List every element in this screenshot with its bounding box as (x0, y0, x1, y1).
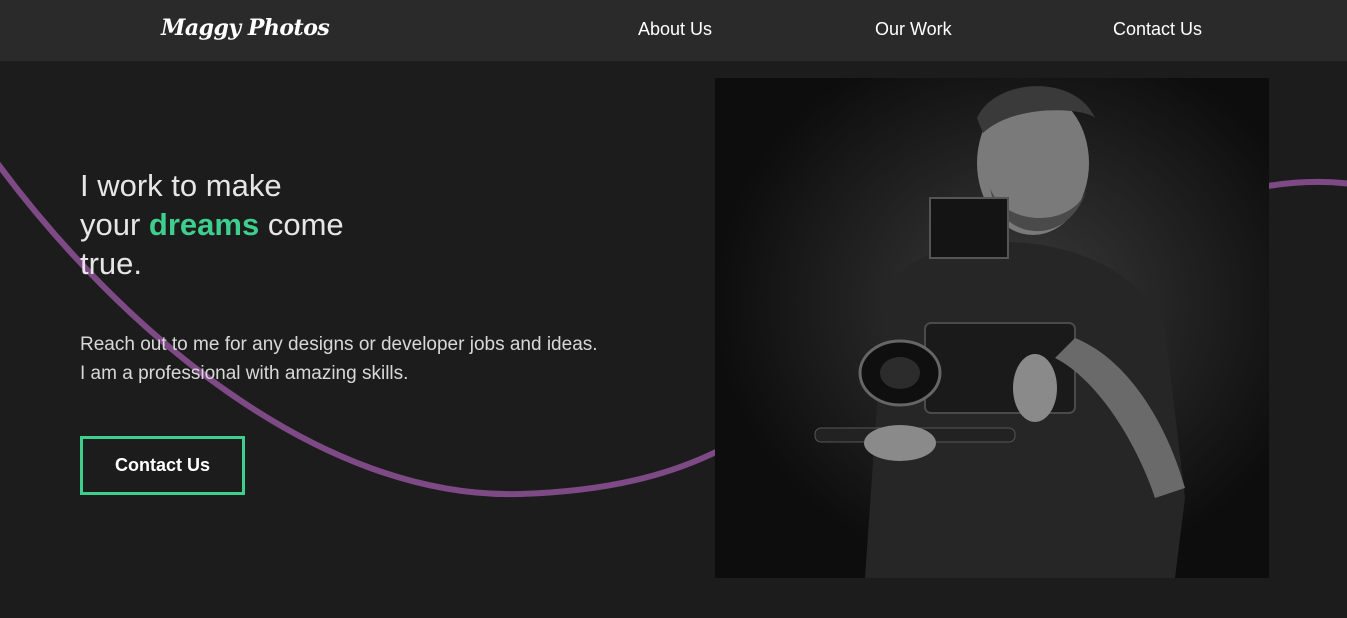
headline-accent-word: dreams (148, 207, 260, 242)
hero-subtext: Reach out to me for any designs or devel… (80, 330, 598, 388)
headline-line-3: true. (80, 246, 143, 281)
subtext-line-1: Reach out to me for any designs or devel… (80, 334, 598, 355)
site-logo[interactable]: Maggy Photos (161, 15, 330, 41)
nav-link-our-work[interactable]: Our Work (875, 19, 952, 40)
nav-link-about-us[interactable]: About Us (638, 19, 712, 40)
subtext-line-2: I am a professional with amazing skills. (80, 363, 409, 384)
headline-post: come (259, 207, 344, 242)
contact-us-button[interactable]: Contact Us (80, 436, 245, 495)
hero-photo (715, 78, 1269, 578)
nav-link-contact-us[interactable]: Contact Us (1113, 19, 1202, 40)
headline-line-1: I work to make (80, 168, 282, 203)
photographer-image (715, 78, 1269, 578)
hero-text: I work to make your dreams come true. (80, 166, 380, 283)
hero-headline: I work to make your dreams come true. (80, 166, 380, 283)
navbar: Maggy Photos About Us Our Work Contact U… (0, 0, 1347, 61)
headline-pre: your (80, 207, 149, 242)
